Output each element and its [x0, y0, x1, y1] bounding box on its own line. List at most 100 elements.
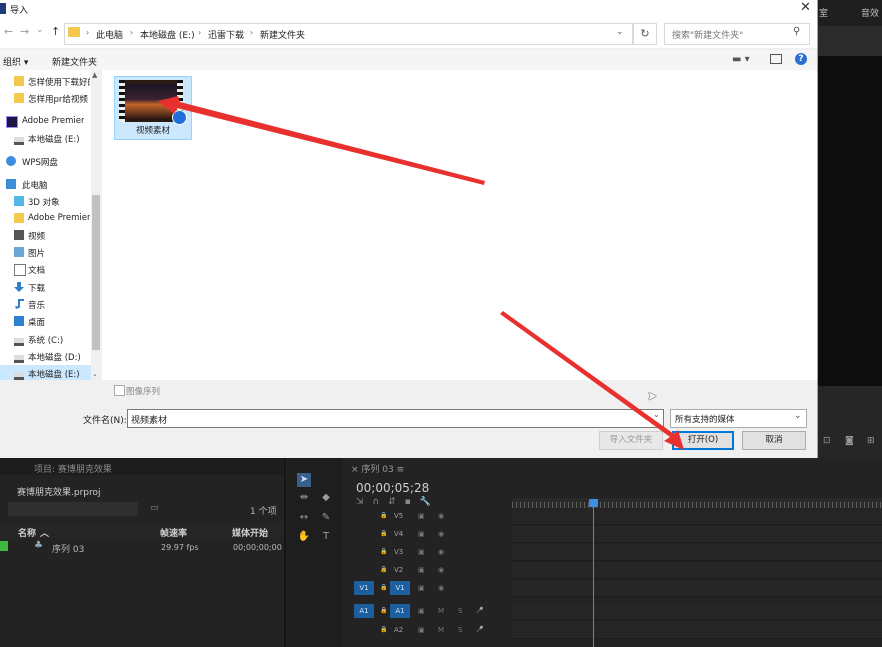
up-arrow-icon[interactable]: ↑	[51, 25, 60, 38]
track-lane[interactable]	[512, 603, 882, 620]
lock-icon[interactable]: 🔒	[380, 563, 387, 577]
scroll-up-icon[interactable]: ▲	[92, 71, 97, 79]
export-frame-icon[interactable]: ⊞	[867, 436, 875, 446]
sync-lock-icon[interactable]: ▣	[418, 604, 425, 618]
solo-button[interactable]: S	[458, 604, 462, 618]
open-button[interactable]: 打开(O)	[672, 431, 734, 450]
sync-lock-icon[interactable]: ▣	[418, 527, 425, 541]
track-header[interactable]: V5 🔒 ▣ ◉	[352, 508, 512, 524]
nav-item[interactable]: 图片	[0, 244, 91, 261]
refresh-button[interactable]: ↻	[633, 23, 657, 45]
track-label[interactable]: V3	[394, 545, 403, 559]
workspace-tab[interactable]: 室	[819, 6, 828, 19]
column-fps[interactable]: 帧速率	[160, 526, 187, 539]
track-select-icon[interactable]: ⇹	[297, 491, 311, 505]
track-lane[interactable]	[512, 526, 882, 543]
help-icon[interactable]: ?	[795, 53, 807, 65]
eye-icon[interactable]: ◉	[438, 581, 444, 595]
breadcrumb-item[interactable]: 此电脑	[96, 28, 123, 41]
lock-icon[interactable]: 🔒	[380, 604, 387, 618]
track-header[interactable]: V2 🔒 ▣ ◉	[352, 562, 512, 578]
track-label[interactable]: V2	[394, 563, 403, 577]
filename-dropdown-icon[interactable]: ⌄	[653, 410, 660, 419]
nav-item[interactable]: 3D 对象	[0, 193, 91, 210]
new-folder-button[interactable]: 新建文件夹	[52, 55, 97, 68]
nav-item[interactable]: 本地磁盘 (E:)	[0, 130, 91, 147]
type-tool-icon[interactable]: T	[319, 530, 333, 544]
source-patch[interactable]: V1	[354, 581, 374, 595]
camera-icon[interactable]: ◙	[845, 436, 854, 446]
track-label[interactable]: V4	[394, 527, 403, 541]
organize-button[interactable]: 组织 ▾	[3, 55, 28, 68]
table-row[interactable]: ♣ 序列 03 29.97 fps 00;00;00;00	[0, 540, 284, 555]
eye-icon[interactable]: ◉	[438, 545, 444, 559]
nav-item[interactable]: 文档	[0, 261, 91, 278]
timeline-tab[interactable]: × 序列 03 ≡	[351, 462, 404, 475]
breadcrumb-separator-icon[interactable]: ›	[250, 28, 253, 37]
column-media-start[interactable]: 媒体开始	[232, 526, 268, 539]
nav-scrollbar-thumb[interactable]	[92, 195, 100, 350]
close-button[interactable]: ✕	[800, 0, 811, 15]
lock-icon[interactable]: 🔒	[380, 623, 387, 637]
sync-lock-icon[interactable]: ▣	[418, 509, 425, 523]
track-header[interactable]: V1 V1 🔒 ▣ ◉	[352, 580, 512, 596]
timecode-display[interactable]: 00;00;05;28	[356, 481, 429, 495]
eye-icon[interactable]: ◉	[438, 527, 444, 541]
track-lane[interactable]	[512, 508, 882, 525]
lock-icon[interactable]: 🔒	[380, 545, 387, 559]
lock-icon[interactable]: 🔒	[380, 509, 387, 523]
nav-item[interactable]: 桌面	[0, 313, 91, 330]
nav-item[interactable]: 下载	[0, 279, 91, 296]
workspace-tab[interactable]: 音效	[861, 6, 879, 19]
track-header[interactable]: V4 🔒 ▣ ◉	[352, 526, 512, 542]
breadcrumb-item[interactable]: 迅雷下载	[208, 28, 244, 41]
project-tab[interactable]: 项目: 赛博朋克效果	[34, 462, 112, 475]
nav-item[interactable]: 系统 (C:)	[0, 331, 91, 348]
nav-item[interactable]: 怎样用pr给视频	[0, 90, 91, 107]
sync-lock-icon[interactable]: ▣	[418, 545, 425, 559]
track-header[interactable]: A2 🔒 ▣ M S 🎤	[352, 622, 512, 638]
eye-icon[interactable]: ◉	[438, 563, 444, 577]
address-dropdown-icon[interactable]: ⌄	[616, 27, 624, 37]
pen-tool-icon[interactable]: ✎	[319, 511, 333, 525]
filename-field[interactable]	[127, 409, 664, 428]
hand-tool-icon[interactable]: ✋	[297, 530, 311, 544]
track-target[interactable]: A1	[390, 604, 410, 618]
nav-item[interactable]: 本地磁盘 (D:)	[0, 348, 91, 365]
timeline-tool-icons[interactable]: ⇲∩⇵▪🔧	[356, 497, 440, 507]
track-label[interactable]: V5	[394, 509, 403, 523]
chevron-down-icon[interactable]: ⌄	[794, 411, 802, 421]
microphone-icon[interactable]: 🎤	[476, 604, 483, 618]
track-lane[interactable]	[512, 580, 882, 597]
selection-tool-icon[interactable]: ➤	[297, 473, 311, 487]
history-dropdown-icon[interactable]: ⌄	[36, 25, 44, 35]
cancel-button[interactable]: 取消	[742, 431, 806, 450]
breadcrumb-item[interactable]: 本地磁盘 (E:)	[140, 28, 195, 41]
nav-item[interactable]: 视频	[0, 227, 91, 244]
breadcrumb-separator-icon[interactable]: ›	[86, 28, 89, 37]
microphone-icon[interactable]: 🎤	[476, 623, 483, 637]
scroll-down-icon[interactable]: ⌄	[92, 370, 98, 378]
nav-item[interactable]: Adobe Premiere	[0, 113, 91, 130]
project-search-input[interactable]	[8, 502, 138, 516]
nav-item[interactable]: 此电脑	[0, 176, 91, 193]
search-icon[interactable]: ⚲	[793, 26, 800, 37]
mute-button[interactable]: M	[438, 623, 444, 637]
track-target[interactable]: V1	[390, 581, 410, 595]
sync-lock-icon[interactable]: ▣	[418, 563, 425, 577]
preview-pane-icon[interactable]	[770, 54, 782, 64]
bin-icon[interactable]: ▭	[150, 503, 159, 513]
nav-item[interactable]: 怎样使用下载好的	[0, 73, 91, 90]
nav-item[interactable]: WPS网盘	[0, 153, 91, 170]
playhead-line[interactable]	[593, 500, 594, 647]
slip-tool-icon[interactable]: ↔	[297, 511, 311, 525]
insert-icon[interactable]: ⊡	[823, 436, 831, 446]
track-header[interactable]: V3 🔒 ▣ ◉	[352, 544, 512, 560]
view-options-icon[interactable]: ▬ ▾	[732, 54, 750, 65]
nav-item[interactable]: 音乐	[0, 296, 91, 313]
track-lane[interactable]	[512, 544, 882, 561]
solo-button[interactable]: S	[458, 623, 462, 637]
playhead-handle[interactable]	[589, 499, 598, 507]
track-lane[interactable]	[512, 562, 882, 579]
eye-icon[interactable]: ◉	[438, 509, 444, 523]
